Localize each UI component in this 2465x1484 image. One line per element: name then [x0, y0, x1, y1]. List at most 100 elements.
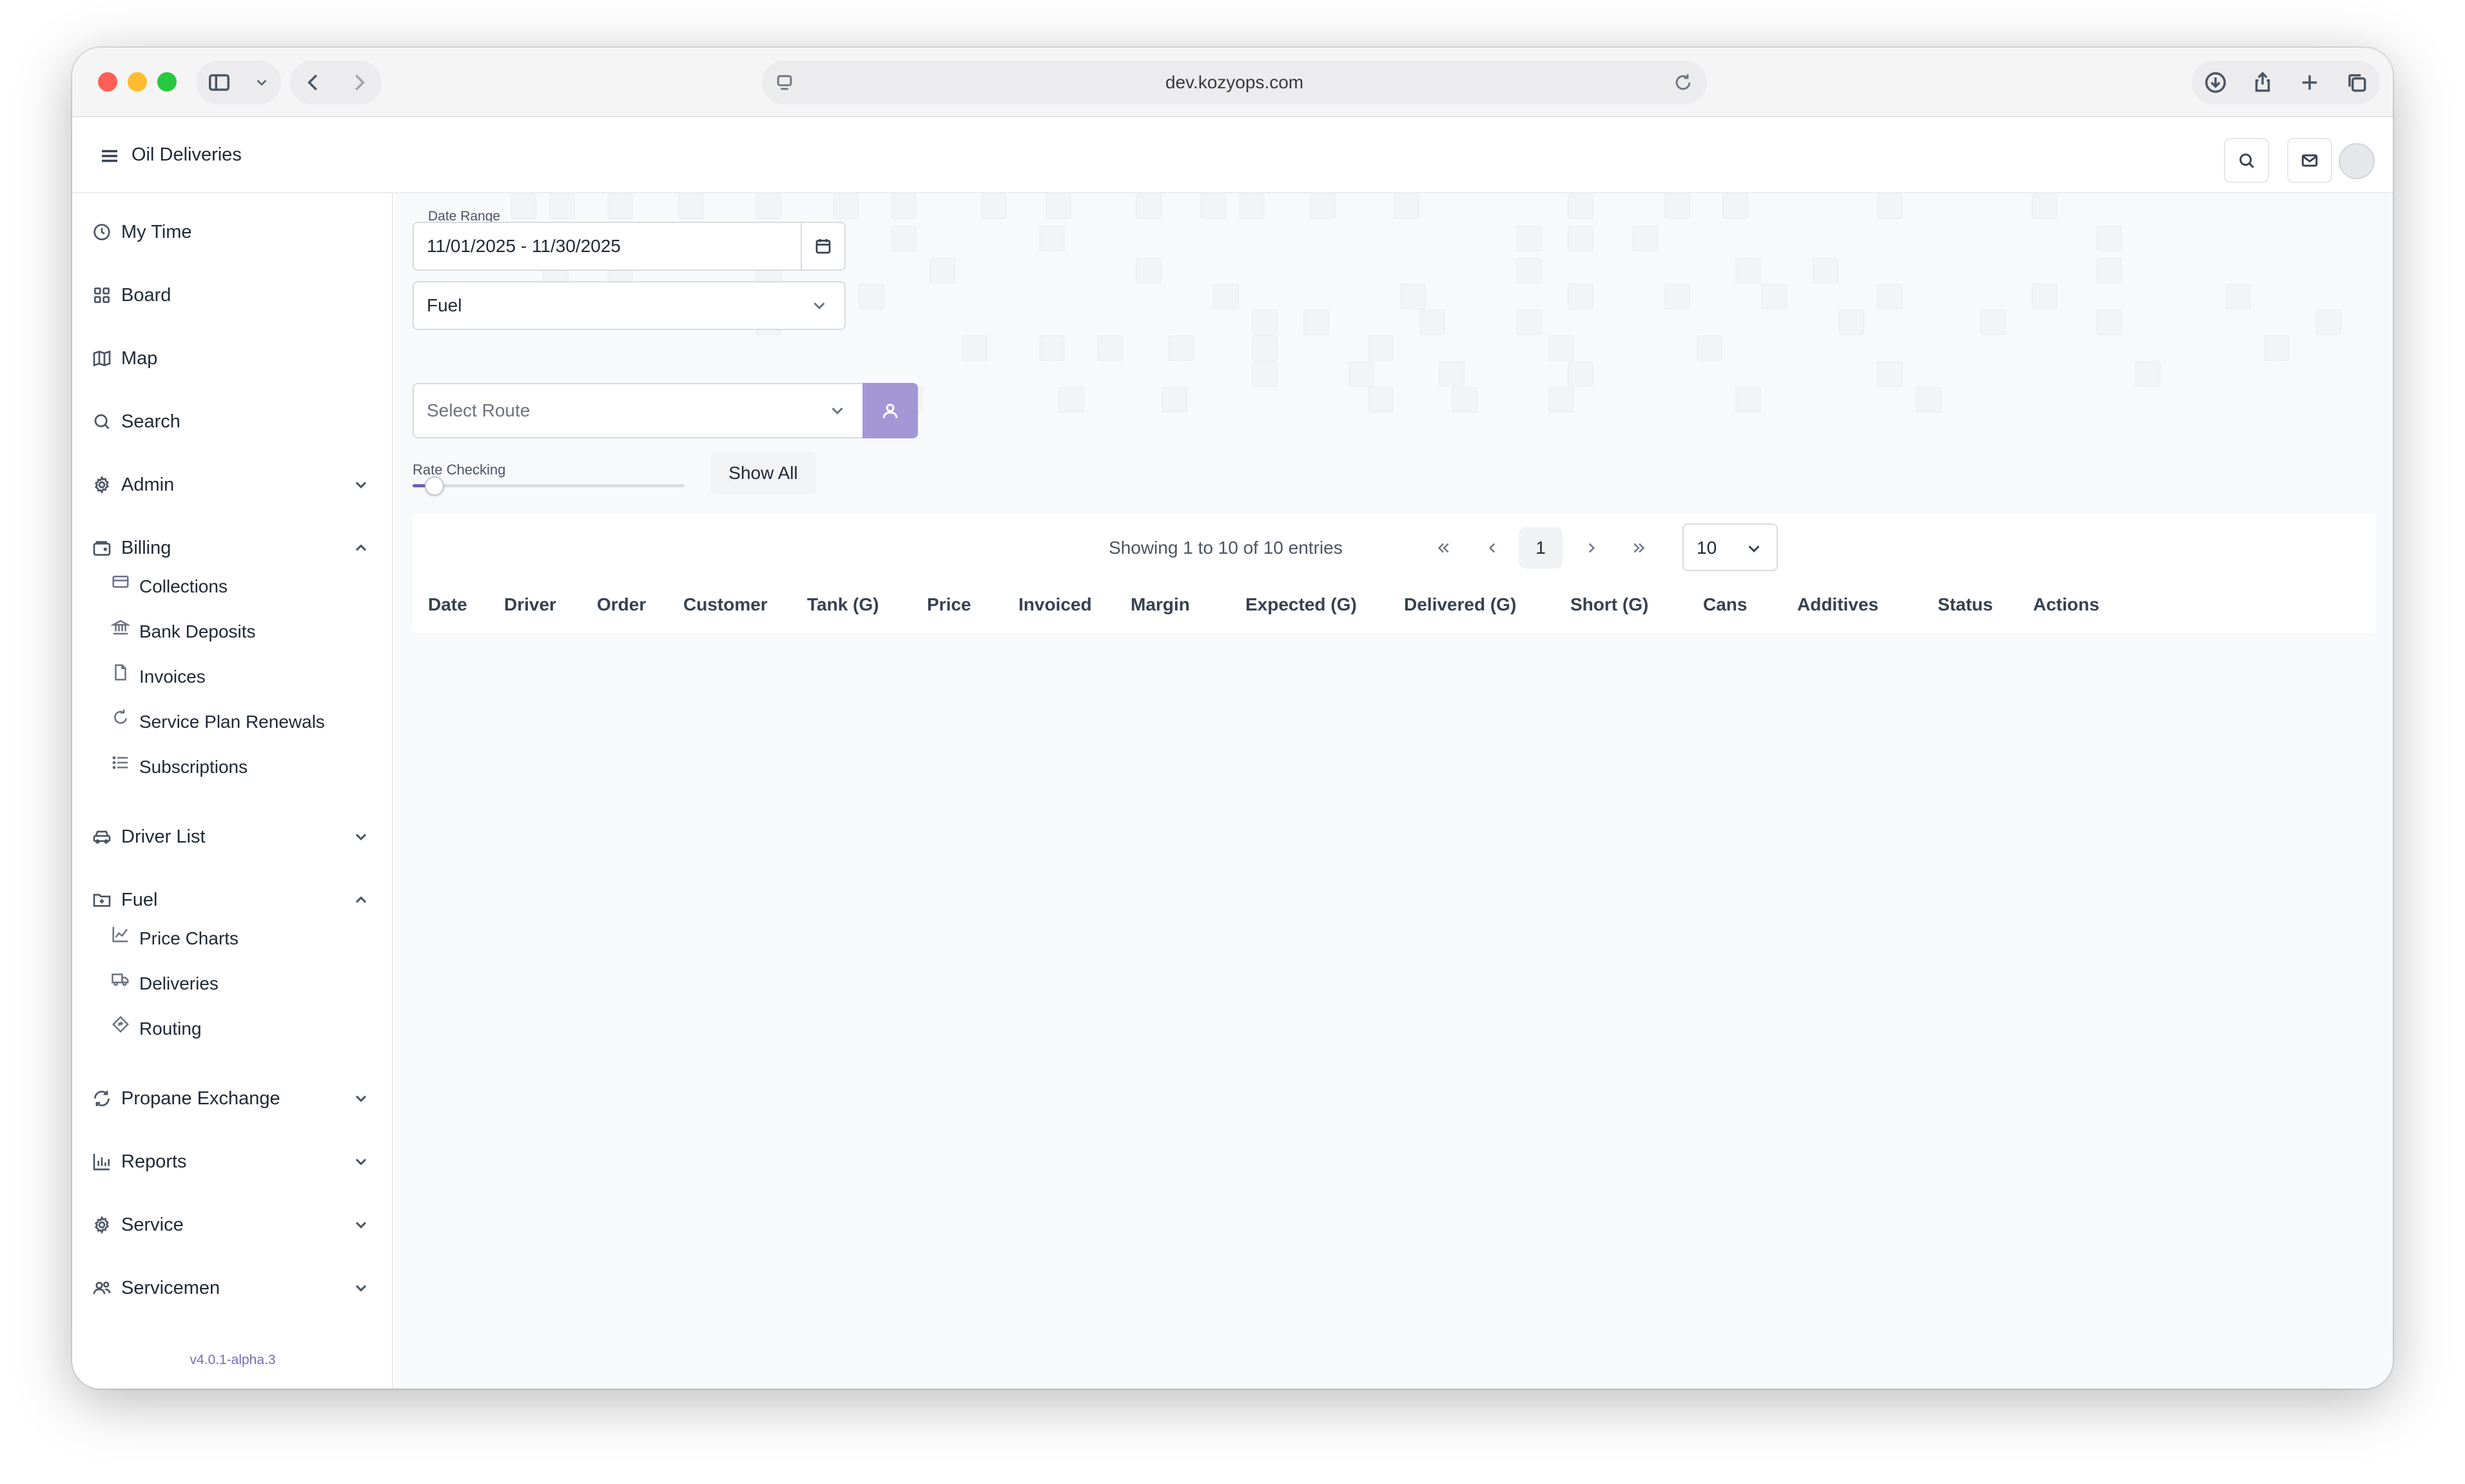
- next-page-button[interactable]: [1573, 527, 1610, 569]
- download-icon[interactable]: [2203, 70, 2228, 95]
- pattern-square: [1568, 226, 1593, 251]
- column-header[interactable]: Price: [927, 594, 971, 615]
- fuel-select[interactable]: Fuel: [413, 281, 846, 330]
- sidebar-item-propane-exchange[interactable]: Propane Exchange: [72, 1079, 393, 1118]
- sidebar-item-driver-list[interactable]: Driver List: [72, 817, 393, 856]
- rate-checking-slider[interactable]: [413, 484, 685, 487]
- sidebar-item-map[interactable]: Map: [72, 339, 393, 378]
- column-header[interactable]: Cans: [1703, 594, 1747, 615]
- sidebar-subitem-subscriptions[interactable]: Subscriptions: [72, 748, 393, 784]
- pattern-square: [1439, 361, 1465, 387]
- route-driver-button[interactable]: [862, 383, 918, 438]
- pattern-square: [1568, 193, 1593, 219]
- map-icon: [93, 350, 111, 367]
- column-header[interactable]: Short (G): [1570, 594, 1648, 615]
- sidebar-subitem-invoices[interactable]: Invoices: [72, 658, 393, 694]
- pattern-square: [1516, 309, 1542, 335]
- header-messages-button[interactable]: [2287, 138, 2332, 183]
- show-all-button[interactable]: Show All: [710, 453, 816, 494]
- sidebar-subitem-routing[interactable]: Routing: [72, 1010, 393, 1046]
- column-header[interactable]: Margin: [1131, 594, 1190, 615]
- reload-icon[interactable]: [1672, 72, 1694, 93]
- pattern-square: [1548, 335, 1574, 361]
- address-bar[interactable]: dev.kozyops.com: [762, 61, 1707, 104]
- page-size-select[interactable]: 10: [1682, 523, 1778, 571]
- column-header[interactable]: Additives: [1797, 594, 1878, 615]
- share-icon[interactable]: [2250, 70, 2275, 95]
- column-header[interactable]: Expected (G): [1245, 594, 1357, 615]
- pattern-square: [1400, 284, 1426, 309]
- page-1-button[interactable]: 1: [1519, 527, 1563, 569]
- sidebar-subitem-collections[interactable]: Collections: [72, 567, 393, 603]
- route-select[interactable]: Select Route: [413, 383, 864, 438]
- sidebar-item-admin[interactable]: Admin: [72, 465, 393, 504]
- sidebar-item-search[interactable]: Search: [72, 402, 393, 441]
- pattern-square: [1136, 258, 1162, 284]
- column-header[interactable]: Customer: [683, 594, 768, 615]
- pattern-square: [1046, 193, 1071, 219]
- sidebar-layout-icon[interactable]: [207, 70, 231, 95]
- forward-arrow-icon[interactable]: [347, 70, 371, 95]
- chevron-down-icon: [355, 1285, 367, 1292]
- sidebar-item-label: Board: [121, 285, 171, 306]
- rate-checking-slider-thumb[interactable]: [425, 476, 444, 496]
- new-tab-icon[interactable]: [2297, 70, 2322, 95]
- sidebar-subitem-price-charts[interactable]: Price Charts: [72, 919, 393, 955]
- column-header[interactable]: Date: [428, 594, 467, 615]
- close-window-button[interactable]: [98, 72, 117, 92]
- sidebar-item-board[interactable]: Board: [72, 276, 393, 315]
- history-nav-group[interactable]: [290, 61, 382, 104]
- browser-titlebar: dev.kozyops.com: [72, 48, 2393, 117]
- pattern-square: [1697, 335, 1722, 361]
- sidebar-item-servicemen[interactable]: Servicemen: [72, 1269, 393, 1307]
- browser-window: dev.kozyops.com Oil Deliveries My Time B…: [72, 48, 2393, 1389]
- mail-icon: [2301, 154, 2318, 167]
- pattern-square: [1916, 387, 1942, 413]
- sidebar-item-service[interactable]: Service: [72, 1206, 393, 1244]
- sidebar-subitem-bank-deposits[interactable]: Bank Deposits: [72, 612, 393, 649]
- column-header[interactable]: Invoiced: [1018, 594, 1092, 615]
- header-search-button[interactable]: [2224, 138, 2269, 183]
- chevron-down-icon[interactable]: [253, 74, 270, 91]
- column-header[interactable]: Tank (G): [807, 594, 879, 615]
- date-range-input[interactable]: 11/01/2025 - 11/30/2025: [413, 222, 846, 271]
- previous-page-button[interactable]: [1474, 527, 1511, 569]
- fuel-select-value: Fuel: [427, 295, 462, 315]
- sidebar-item-reports[interactable]: Reports: [72, 1142, 393, 1181]
- pattern-square: [2225, 284, 2251, 309]
- sidebar-subitem-deliveries[interactable]: Deliveries: [72, 964, 393, 1001]
- sidebar-item-billing[interactable]: Billing: [72, 529, 393, 567]
- chevron-down-icon: [355, 834, 367, 841]
- pattern-square: [2096, 226, 2122, 251]
- minimize-window-button[interactable]: [128, 72, 147, 92]
- sidebar-subitem-label: Price Charts: [139, 928, 239, 948]
- maximize-window-button[interactable]: [157, 72, 177, 92]
- chevron-down-icon: [814, 302, 825, 309]
- sidebar-toggle-group[interactable]: [196, 61, 281, 104]
- sidebar-item-my-time[interactable]: My Time: [72, 213, 393, 251]
- site-settings-icon[interactable]: [774, 72, 795, 93]
- last-page-button[interactable]: [1621, 527, 1658, 569]
- hamburger-menu-icon[interactable]: [98, 144, 121, 168]
- pattern-square: [2315, 309, 2341, 335]
- chevron-down-icon: [355, 1158, 367, 1166]
- tab-overview-icon[interactable]: [2344, 70, 2369, 95]
- pattern-square: [1213, 284, 1239, 309]
- bar-chart-icon: [93, 1154, 110, 1171]
- sidebar-item-fuel[interactable]: Fuel: [72, 881, 393, 919]
- column-header[interactable]: Driver: [504, 594, 556, 615]
- column-header[interactable]: Status: [1938, 594, 1993, 615]
- column-header[interactable]: Order: [597, 594, 646, 615]
- truck-icon: [112, 973, 129, 986]
- clock-icon: [93, 224, 110, 240]
- first-page-button[interactable]: [1425, 527, 1462, 569]
- avatar[interactable]: [2339, 143, 2375, 179]
- calendar-button[interactable]: [801, 223, 844, 269]
- sidebar-item-label: Driver List: [121, 826, 206, 847]
- pattern-square: [891, 226, 917, 251]
- column-header[interactable]: Delivered (G): [1404, 594, 1516, 615]
- column-header[interactable]: Actions: [2033, 594, 2100, 615]
- back-arrow-icon[interactable]: [301, 70, 326, 95]
- sidebar-subitem-service-plan-renewals[interactable]: Service Plan Renewals: [72, 703, 393, 739]
- date-range-value: 11/01/2025 - 11/30/2025: [427, 236, 621, 256]
